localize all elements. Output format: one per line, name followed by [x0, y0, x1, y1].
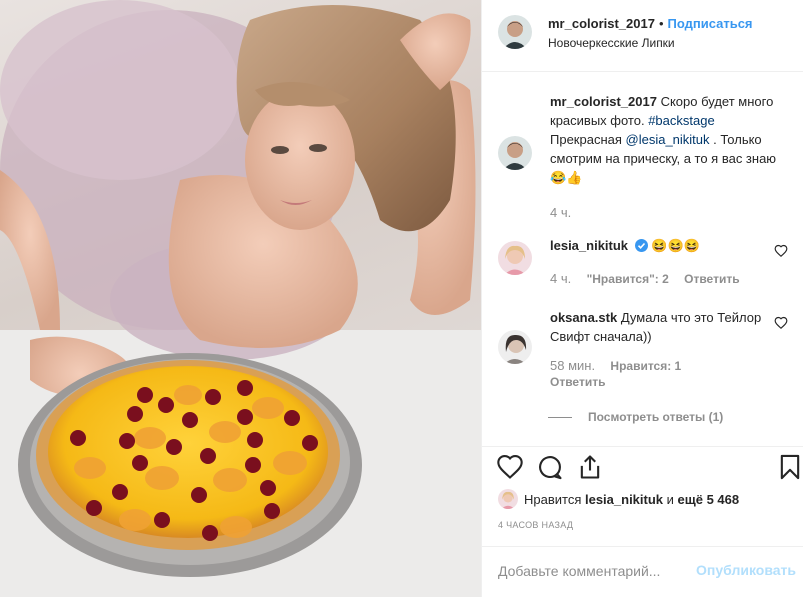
likes-user[interactable]: lesia_nikituk	[585, 492, 663, 507]
share-icon[interactable]	[576, 453, 604, 481]
comment-likes[interactable]: Нравится: 1	[610, 359, 681, 373]
likes-count[interactable]: ещё 5 468	[678, 492, 740, 507]
post-photo[interactable]	[0, 0, 481, 597]
likes-summary[interactable]: Нравится lesia_nikituk и ещё 5 468	[498, 489, 739, 509]
add-comment-bar: Опубликовать	[482, 546, 803, 597]
caption-mention[interactable]: @lesia_nikituk	[626, 132, 710, 147]
author-avatar-image	[498, 15, 532, 49]
caption-body: mr_colorist_2017 Скоро будет много краси…	[550, 92, 780, 222]
likes-prefix: Нравится	[524, 491, 585, 507]
liker-avatar	[498, 489, 518, 509]
reply-button[interactable]: Ответить	[684, 272, 739, 286]
view-replies-button[interactable]: Посмотреть ответы (1)	[548, 410, 723, 424]
author-username[interactable]: mr_colorist_2017	[548, 16, 655, 31]
caption-emoji: 😂👍	[550, 170, 583, 185]
photo-illustration	[0, 0, 481, 597]
comments-section: mr_colorist_2017 Скоро будет много краси…	[482, 72, 803, 446]
heart-icon[interactable]	[496, 453, 524, 481]
caption-username[interactable]: mr_colorist_2017	[550, 94, 657, 109]
comment-like-heart-icon[interactable]	[774, 244, 788, 258]
post-location[interactable]: Новочеркесские Липки	[548, 36, 675, 50]
comment-meta: 58 мин. Нравится: 1 Ответить	[550, 358, 780, 390]
instagram-post-view: mr_colorist_2017 • Подписаться Новочеркесс…	[0, 0, 803, 597]
post-actions: Нравится lesia_nikituk и ещё 5 468 4 ЧАС…	[482, 446, 803, 546]
comment-input[interactable]	[498, 563, 698, 579]
comment-body: lesia_nikituk 😆😆😆 4 ч. "Нравится": 2 Отв…	[550, 236, 780, 289]
comment-likes[interactable]: "Нравится": 2	[587, 272, 669, 286]
reply-button[interactable]: Ответить	[550, 375, 605, 389]
post-timestamp[interactable]: 4 ЧАСОВ НАЗАД	[498, 520, 573, 530]
caption-hashtag[interactable]: #backstage	[648, 113, 715, 128]
post-side-panel: mr_colorist_2017 • Подписаться Новочеркесс…	[481, 0, 803, 597]
caption-avatar[interactable]	[498, 136, 532, 170]
likes-mid: и	[663, 491, 678, 507]
replies-divider	[548, 416, 572, 418]
comment-avatar[interactable]	[498, 241, 532, 275]
comment-username[interactable]: oksana.stk	[550, 310, 617, 325]
comment-text: 😆😆😆	[647, 238, 700, 253]
comment-time[interactable]: 4 ч.	[550, 271, 571, 286]
verified-badge-icon	[634, 238, 648, 257]
comment-avatar-image	[498, 241, 532, 275]
bookmark-icon[interactable]	[776, 453, 803, 481]
view-replies-label: Посмотреть ответы (1)	[588, 410, 724, 424]
separator-dot: •	[658, 16, 664, 31]
caption-meta: 4 ч.	[550, 203, 780, 222]
liker-avatar-image	[498, 489, 518, 509]
caption-avatar-image	[498, 136, 532, 170]
caption-text-2: Прекрасная	[550, 132, 626, 147]
comment-avatar-image	[498, 330, 532, 364]
comment-icon[interactable]	[536, 453, 564, 481]
comment-body: oksana.stk Думала что это Тейлор Свифт с…	[550, 308, 780, 390]
author-avatar[interactable]	[498, 15, 532, 49]
caption-time[interactable]: 4 ч.	[550, 205, 571, 220]
post-header: mr_colorist_2017 • Подписаться Новочеркесс…	[482, 0, 803, 72]
comment-username[interactable]: lesia_nikituk	[550, 238, 628, 253]
comment-time[interactable]: 58 мин.	[550, 358, 595, 373]
comment-meta: 4 ч. "Нравится": 2 Ответить	[550, 269, 780, 289]
follow-button[interactable]: Подписаться	[668, 16, 753, 31]
comment-like-heart-icon[interactable]	[774, 316, 788, 330]
publish-button[interactable]: Опубликовать	[696, 562, 796, 578]
header-title-line: mr_colorist_2017 • Подписаться	[548, 16, 753, 31]
comment-avatar[interactable]	[498, 330, 532, 364]
